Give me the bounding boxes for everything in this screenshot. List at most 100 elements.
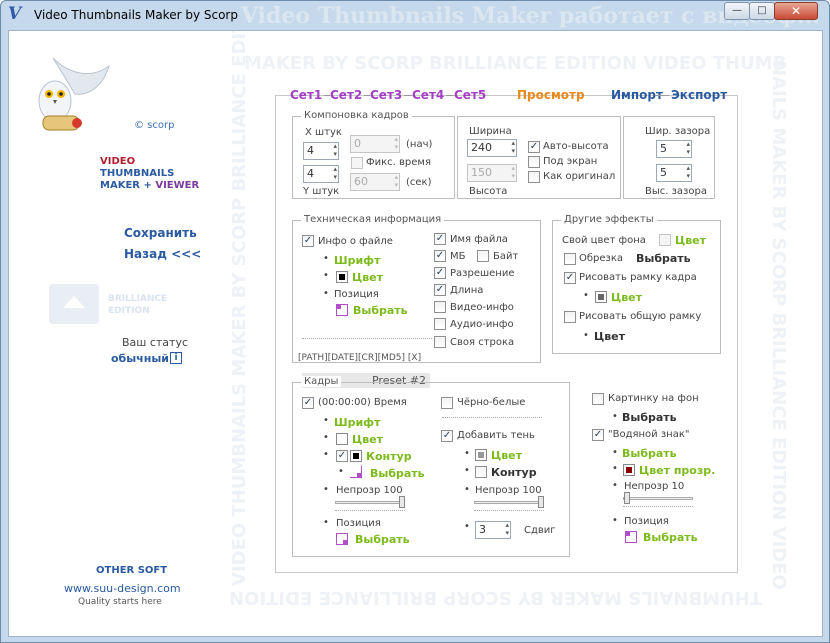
tab-separator	[655, 95, 669, 96]
slider-thumb[interactable]	[399, 496, 405, 508]
fixed-time-label: Фикс. время	[366, 157, 431, 168]
audio-info-checkbox[interactable]	[434, 318, 446, 330]
shift-label: Сдвиг	[524, 525, 556, 536]
bg-image-label: Картинку на фон	[608, 393, 699, 404]
info-icon[interactable]: i	[170, 352, 182, 364]
shadow-opacity-label: Непрозр 100	[475, 485, 542, 496]
tech-position-choose-link[interactable]: Выбрать	[353, 304, 408, 317]
shadow-opacity-slider[interactable]	[474, 496, 544, 511]
position-top-left-icon[interactable]	[336, 304, 348, 316]
border-color-swatch[interactable]	[595, 291, 607, 303]
time-outline-swatch[interactable]	[350, 450, 362, 462]
tab-set2[interactable]: Сет2	[330, 88, 362, 102]
time-position-choose-link[interactable]: Выбрать	[355, 533, 410, 546]
watermark-opacity-slider[interactable]	[623, 492, 693, 507]
length-checkbox[interactable]	[434, 284, 446, 296]
frame-border-checkbox[interactable]	[564, 272, 576, 284]
y-count-stepper[interactable]: 4	[303, 165, 339, 183]
height-stepper[interactable]: 150	[467, 164, 517, 182]
time-outline-checkbox[interactable]	[336, 450, 348, 462]
seconds-stepper[interactable]: 60	[350, 173, 400, 191]
tab-set4[interactable]: Сет4	[412, 88, 444, 102]
resolution-label: Разрешение	[450, 268, 515, 279]
common-border-color-link[interactable]: Цвет	[594, 330, 625, 343]
transparent-color-link[interactable]: Цвет прозр.	[639, 464, 715, 477]
watermark-choose-link[interactable]: Выбрать	[622, 447, 677, 460]
fixed-time-checkbox[interactable]	[351, 157, 363, 169]
bullet: •	[612, 515, 618, 526]
time-checkbox[interactable]	[302, 397, 314, 409]
bg-image-choose-link[interactable]: Выбрать	[622, 411, 677, 424]
bg-color-checkbox[interactable]	[659, 234, 671, 246]
resolution-checkbox[interactable]	[434, 267, 446, 279]
slider-thumb[interactable]	[538, 496, 544, 508]
watermark-checkbox[interactable]	[592, 429, 604, 441]
position-bottom-right-icon[interactable]	[336, 533, 348, 545]
video-info-checkbox[interactable]	[434, 301, 446, 313]
shadow-outline-checkbox[interactable]	[475, 466, 487, 478]
tab-set1[interactable]: Сет1	[290, 88, 322, 102]
time-label: (00:00:00) Время	[318, 397, 407, 408]
seconds-unit-label: (сек)	[406, 177, 432, 188]
auto-height-label: Авто-высота	[543, 141, 609, 152]
save-link[interactable]: Сохранить	[124, 226, 197, 240]
tab-set3[interactable]: Сет3	[370, 88, 402, 102]
fit-screen-checkbox[interactable]	[528, 156, 540, 168]
shadow-outline-link[interactable]: Контур	[491, 466, 537, 479]
start-stepper[interactable]: 0	[350, 135, 400, 153]
maximize-button[interactable]: □	[749, 2, 775, 20]
time-color-link[interactable]: Цвет	[352, 433, 383, 446]
mb-checkbox[interactable]	[434, 250, 446, 262]
bg-image-checkbox[interactable]	[592, 393, 604, 405]
tech-color-link[interactable]: Цвет	[352, 271, 383, 284]
bullet: •	[323, 270, 329, 281]
watermark-bottom: THUMBNAILS MAKER BY SCORP BRILLIANCE EDI…	[229, 587, 762, 608]
add-shadow-checkbox[interactable]	[441, 430, 453, 442]
minimize-button[interactable]: —	[724, 2, 750, 20]
website-link[interactable]: www.suu-design.com	[64, 582, 181, 595]
shift-stepper[interactable]: 3	[475, 521, 511, 539]
gap-width-stepper[interactable]: 5	[656, 140, 692, 158]
close-button[interactable]: ✕	[774, 2, 818, 20]
outline-choose-link[interactable]: Выбрать	[370, 467, 425, 480]
tech-color-swatch[interactable]	[336, 271, 348, 283]
watermark-position-choose-link[interactable]: Выбрать	[643, 531, 698, 544]
crop-choose-link[interactable]: Выбрать	[636, 252, 691, 265]
slider-thumb[interactable]	[624, 492, 630, 504]
tech-font-link[interactable]: Шрифт	[334, 254, 380, 267]
title-bar[interactable]: V Video Thumbnails Maker работает с виде…	[1, 1, 829, 29]
as-original-checkbox[interactable]	[528, 171, 540, 183]
tab-set5[interactable]: Сет5	[454, 88, 486, 102]
file-info-checkbox[interactable]	[302, 235, 314, 247]
gap-height-stepper[interactable]: 5	[656, 164, 692, 182]
bullet: •	[323, 415, 329, 426]
auto-height-checkbox[interactable]	[528, 141, 540, 153]
shadow-color-link[interactable]: Цвет	[491, 449, 522, 462]
bg-color-link[interactable]: Цвет	[675, 234, 706, 247]
file-name-checkbox[interactable]	[434, 233, 446, 245]
outline-style-icon[interactable]	[350, 466, 362, 478]
transparent-color-swatch[interactable]	[623, 464, 635, 476]
tech-position-label: Позиция	[334, 289, 379, 300]
time-outline-link[interactable]: Контур	[366, 450, 412, 463]
product-viewer: VIEWER	[155, 180, 200, 191]
x-count-label: X штук	[305, 127, 342, 138]
watermark-position-icon[interactable]	[625, 531, 637, 543]
common-border-checkbox[interactable]	[564, 311, 576, 323]
time-color-swatch[interactable]	[336, 433, 348, 445]
audio-info-label: Аудио-инфо	[450, 319, 514, 330]
own-line-checkbox[interactable]	[434, 336, 446, 348]
time-font-link[interactable]: Шрифт	[334, 416, 380, 429]
crop-checkbox[interactable]	[564, 253, 576, 265]
byte-checkbox[interactable]	[477, 250, 489, 262]
tab-preview[interactable]: Просмотр	[517, 88, 585, 102]
shadow-color-swatch[interactable]	[475, 449, 487, 461]
width-stepper[interactable]: 240	[467, 139, 517, 157]
bw-checkbox[interactable]	[441, 397, 453, 409]
time-opacity-slider[interactable]	[335, 496, 405, 511]
tab-export[interactable]: Экспорт	[671, 88, 727, 102]
back-link[interactable]: Назад <<<	[124, 247, 201, 261]
border-color-link[interactable]: Цвет	[611, 291, 642, 304]
x-count-stepper[interactable]: 4	[303, 142, 339, 160]
other-soft-link[interactable]: OTHER SOFT	[96, 565, 167, 576]
